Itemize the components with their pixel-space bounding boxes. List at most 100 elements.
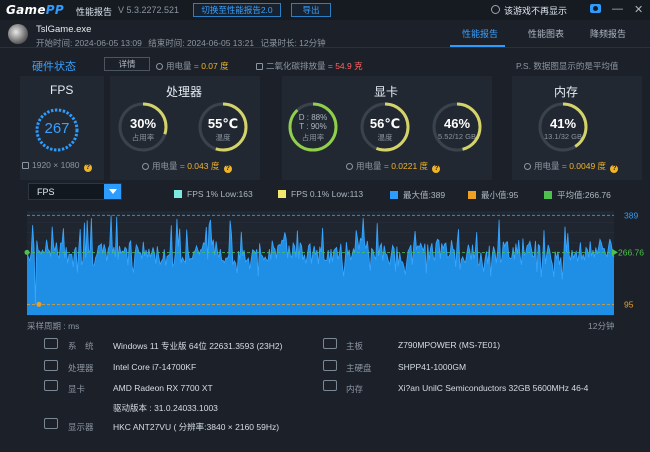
- min-label: 95: [624, 299, 634, 309]
- power-icon: [142, 163, 149, 170]
- motherboard-icon: [323, 338, 337, 349]
- power-label: 用电量 =: [166, 61, 202, 71]
- no-show-label: 该游戏不再显示: [504, 6, 568, 16]
- memory-power-value: 0.0049 度: [569, 161, 607, 171]
- gpu-usage-label: 占用率: [301, 133, 325, 142]
- gpu-panel: 显卡 D : 88% T : 90% 占用率 56℃ 温度 46% 5.52/1…: [282, 76, 492, 180]
- help-icon[interactable]: ?: [432, 165, 441, 173]
- disk-icon: [323, 360, 337, 371]
- gpu-power: 用电量 = 0.0221 度 ?: [346, 160, 441, 173]
- co2-value: 54.9 克: [335, 61, 363, 71]
- title-bar: GamePP 性能报告 V 5.3.2272.521 切换至性能报告2.0 导出…: [0, 0, 650, 20]
- gpu-vram-value: 46%: [443, 116, 471, 131]
- game-name: TslGame.exe: [36, 24, 92, 35]
- memory-icon: [323, 380, 337, 391]
- help-icon[interactable]: ?: [83, 164, 92, 172]
- gpu-d-usage: D : 88%: [298, 113, 328, 122]
- memory-panel: 内存 41% 13.1/32 GB 用电量 = 0.0049 度 ?: [512, 76, 642, 180]
- legend-fps-1-low: FPS 1% Low:163: [174, 189, 253, 199]
- memory-sub: 13.1/32 GB: [544, 132, 582, 141]
- logo-text-b: PP: [45, 3, 64, 17]
- close-button[interactable]: ✕: [634, 3, 643, 16]
- fps-panel: FPS 267 1920 × 1080 ?: [20, 76, 104, 180]
- legend-swatch: [390, 191, 398, 199]
- help-icon[interactable]: ?: [610, 165, 619, 173]
- power-value: 0.07 度: [201, 61, 229, 71]
- gpu-t-usage: T : 90%: [299, 122, 327, 131]
- avg-label: 266.76: [618, 247, 644, 257]
- legend-label: 平均值:266.76: [557, 190, 611, 200]
- fps-chart[interactable]: 389 266.76 95: [0, 200, 650, 318]
- motherboard-label: 主板: [346, 341, 364, 351]
- power-icon: [156, 63, 163, 70]
- help-icon[interactable]: ?: [223, 165, 232, 173]
- monitor-icon: [44, 418, 58, 429]
- cpu-panel: 处理器 30% 占用率 55℃ 温度 用电量 = 0.043 度 ?: [110, 76, 260, 180]
- legend-swatch: [174, 190, 182, 198]
- cpu-label: 处理器: [166, 85, 203, 99]
- min-marker: [36, 301, 42, 307]
- legend-label: 最小值:95: [481, 190, 519, 200]
- ps-note: P.S. 数据图显示的是平均值: [516, 61, 619, 71]
- window-title: 性能报告: [76, 7, 113, 17]
- export-button[interactable]: 导出: [291, 3, 331, 17]
- gpu-temp-value: 56℃: [369, 116, 401, 131]
- cpu-power-label: 用电量 =: [152, 161, 188, 171]
- gpu-power-label: 用电量 =: [356, 161, 392, 171]
- gpu-power-value: 0.0221 度: [391, 161, 429, 171]
- gpu-temp-label: 温度: [377, 133, 393, 142]
- memory-label: 内存: [554, 85, 579, 99]
- cpu-info-value: Intel Core i7-14700KF: [113, 362, 197, 372]
- metric-dropdown[interactable]: FPS: [28, 183, 122, 200]
- x-axis-caption: 采样周期 : ms: [27, 321, 80, 331]
- power-icon: [346, 163, 353, 170]
- power-icon: [524, 163, 531, 170]
- fps-label: FPS: [50, 83, 74, 97]
- monitor-small-icon: [22, 162, 29, 169]
- legend-label: FPS 1% Low:163: [187, 189, 253, 199]
- switch-report-button[interactable]: 切换至性能报告2.0: [193, 3, 281, 17]
- cpu-power: 用电量 = 0.043 度 ?: [142, 160, 232, 173]
- memory-info-value: Xi?an UnilC Semiconductors 32GB 5600MHz …: [398, 383, 589, 393]
- avg-marker: [24, 249, 30, 255]
- monitor-label: 显示器: [68, 422, 94, 432]
- resolution-value: 1920 × 1080: [32, 160, 80, 170]
- tab-performance-report[interactable]: 性能报告: [462, 27, 498, 40]
- disk-value: SHPP41-1000GM: [398, 362, 467, 372]
- cpu-info-label: 处理器: [68, 363, 94, 373]
- memory-value: 41%: [549, 116, 577, 131]
- gpu-icon: [44, 380, 58, 391]
- gpu-info-value: AMD Radeon RX 7700 XT: [113, 383, 213, 393]
- co2-emission: 二氧化碳排放量 = 54.9 克: [256, 60, 363, 72]
- legend-swatch: [278, 190, 286, 198]
- gpu-driver-version: 驱动版本 : 31.0.24033.1003: [113, 403, 218, 413]
- legend-swatch: [544, 191, 552, 199]
- cpu-temp-value: 55℃: [207, 116, 239, 131]
- screenshot-icon[interactable]: [590, 4, 601, 13]
- details-button[interactable]: 详情: [104, 57, 150, 71]
- memory-info-label: 内存: [346, 384, 364, 394]
- legend-swatch: [468, 191, 476, 199]
- minimize-button[interactable]: —: [612, 3, 623, 15]
- monitor-value: HKC ANT27VU ( 分辨率:3840 × 2160 59Hz): [113, 422, 280, 432]
- co2-icon: [256, 63, 263, 70]
- os-label: 系 统: [68, 341, 94, 351]
- no-show-radio[interactable]: [491, 5, 500, 14]
- legend-label: FPS 0.1% Low:113: [291, 189, 364, 199]
- memory-power-label: 用电量 =: [534, 161, 570, 171]
- hardware-status-title: 硬件状态: [32, 61, 76, 73]
- max-label: 389: [624, 210, 638, 220]
- metric-dropdown-value: FPS: [37, 187, 55, 197]
- gpu-label: 显卡: [374, 85, 399, 99]
- cpu-usage-label: 占用率: [131, 133, 155, 142]
- chevron-down-icon[interactable]: [104, 184, 121, 199]
- cpu-icon: [44, 360, 58, 371]
- tab-performance-chart[interactable]: 性能图表: [528, 27, 564, 40]
- memory-power: 用电量 = 0.0049 度 ?: [524, 160, 619, 173]
- motherboard-value: Z790MPOWER (MS-7E01): [398, 340, 501, 350]
- gamepp-logo: GamePP: [6, 3, 64, 17]
- co2-label: 二氧化碳排放量 =: [266, 61, 336, 71]
- disk-label: 主硬盘: [346, 363, 372, 373]
- tab-throttle-report[interactable]: 降频报告: [590, 27, 626, 40]
- cpu-power-value: 0.043 度: [187, 161, 220, 171]
